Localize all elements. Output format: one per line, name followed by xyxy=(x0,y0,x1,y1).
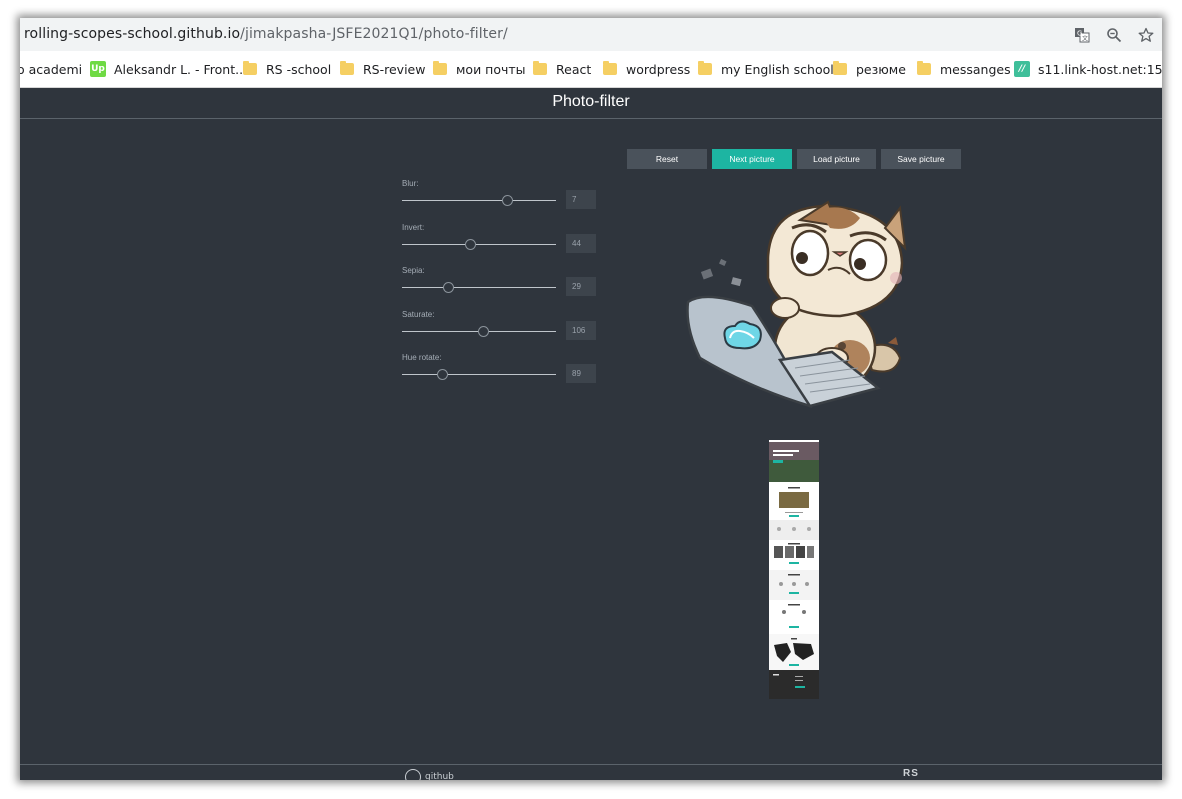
bookmark-label: s11.link-host.net:15... xyxy=(1038,61,1162,77)
bookmark-label: o academi xyxy=(20,61,83,77)
blur-label: Blur: xyxy=(402,179,419,188)
browser-window: rolling-scopes-school.github.io/jimakpas… xyxy=(20,18,1162,780)
invert-label: Invert: xyxy=(402,223,425,232)
github-label: github xyxy=(425,772,454,780)
bookmark-resume[interactable]: резюме xyxy=(832,59,906,79)
bookmarks-bar: o academi Up Aleksandr L. - Front... RS … xyxy=(20,51,1162,88)
blur-value: 7 xyxy=(566,190,596,209)
next-picture-button[interactable]: Next picture xyxy=(712,149,792,169)
saturate-value: 106 xyxy=(566,321,596,340)
reset-button[interactable]: Reset xyxy=(627,149,707,169)
folder-icon xyxy=(602,61,618,77)
folder-icon xyxy=(532,61,548,77)
folder-icon xyxy=(339,61,355,77)
bookmark-messanges[interactable]: messanges xyxy=(916,59,1011,79)
svg-text:文: 文 xyxy=(1082,35,1088,43)
bookmark-label: Aleksandr L. - Front... xyxy=(114,61,248,77)
website-preview-thumbnail xyxy=(769,440,819,699)
address-bar[interactable]: rolling-scopes-school.github.io/jimakpas… xyxy=(20,18,1162,51)
folder-icon xyxy=(832,61,848,77)
bookmark-label: резюме xyxy=(856,61,906,77)
saturate-slider-thumb[interactable] xyxy=(477,326,489,337)
url-path: /jimakpasha-JSFE2021Q1/photo-filter/ xyxy=(240,26,508,42)
bookmark-label: RS-review xyxy=(363,61,426,77)
bookmark-label: messanges xyxy=(940,61,1011,77)
page-header: Photo-filter xyxy=(20,88,1162,119)
bookmark-label: React xyxy=(556,61,592,77)
sepia-slider-thumb[interactable] xyxy=(443,282,455,293)
page-footer: github RS xyxy=(20,764,1162,780)
sepia-label: Sepia: xyxy=(402,266,425,275)
hue-rotate-slider[interactable] xyxy=(402,369,556,380)
translate-icon[interactable]: G文 xyxy=(1066,23,1098,47)
filtered-picture xyxy=(660,198,920,420)
sepia-slider[interactable] xyxy=(402,282,556,293)
github-link[interactable]: github xyxy=(405,769,454,780)
bookmark-english-school[interactable]: my English school xyxy=(697,59,834,79)
rs-school-logo[interactable]: RS xyxy=(903,768,919,779)
zoom-icon[interactable] xyxy=(1098,23,1130,47)
sepia-value: 29 xyxy=(566,277,596,296)
bookmark-upwork[interactable]: Up Aleksandr L. - Front... xyxy=(90,59,247,79)
bookmark-label: мои почты xyxy=(456,61,526,77)
bookmark-label: RS -school xyxy=(266,61,332,77)
bookmark-wordpress[interactable]: wordpress xyxy=(602,59,690,79)
link-host-icon: // xyxy=(1014,61,1030,77)
folder-icon xyxy=(242,61,258,77)
folder-icon xyxy=(697,61,713,77)
folder-icon xyxy=(916,61,932,77)
load-picture-button[interactable]: Load picture xyxy=(797,149,876,169)
hue-rotate-slider-thumb[interactable] xyxy=(437,369,449,380)
bookmark-rs-review[interactable]: RS-review xyxy=(339,59,425,79)
folder-icon xyxy=(432,61,448,77)
url-host: rolling-scopes-school.github.io xyxy=(24,26,241,42)
page-title: Photo-filter xyxy=(552,93,630,110)
bookmark-label: wordpress xyxy=(626,61,691,77)
address-bar-icons: G文 xyxy=(1066,23,1162,47)
bookmark-rs-school[interactable]: RS -school xyxy=(242,59,331,79)
saturate-label: Saturate: xyxy=(402,310,435,319)
upwork-icon: Up xyxy=(90,61,106,77)
bookmark-react[interactable]: React xyxy=(532,59,591,79)
blur-slider-thumb[interactable] xyxy=(502,195,514,206)
bookmark-link-host[interactable]: // s11.link-host.net:15... xyxy=(1014,59,1162,79)
bookmark-emails[interactable]: мои почты xyxy=(432,59,526,79)
save-picture-button[interactable]: Save picture xyxy=(881,149,961,169)
hue-rotate-label: Hue rotate: xyxy=(402,353,442,362)
invert-slider[interactable] xyxy=(402,239,556,250)
blur-slider[interactable] xyxy=(402,195,556,206)
bookmark-label: my English school xyxy=(721,61,834,77)
bookmark-academy[interactable]: o academi xyxy=(20,59,82,79)
star-icon[interactable] xyxy=(1130,23,1162,47)
url-text[interactable]: rolling-scopes-school.github.io/jimakpas… xyxy=(24,26,508,42)
invert-slider-thumb[interactable] xyxy=(464,239,476,250)
saturate-slider[interactable] xyxy=(402,326,556,337)
photo-filter-page: Photo-filter Reset Next picture Load pic… xyxy=(20,88,1162,780)
hue-rotate-value: 89 xyxy=(566,364,596,383)
invert-value: 44 xyxy=(566,234,596,253)
github-icon xyxy=(405,769,421,780)
